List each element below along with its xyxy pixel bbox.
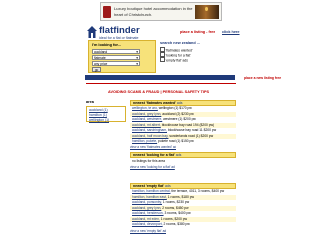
empty-rss-link[interactable]: view a new 'empty flat' ad: [130, 229, 166, 234]
safety-tips-link[interactable]: PERSONAL SAFETY TIPS: [163, 90, 210, 94]
empty-ads-link[interactable]: ads: [165, 184, 171, 188]
divider: [86, 83, 236, 84]
nav-affiliates[interactable]: affiliates: [116, 85, 130, 89]
nav-admin[interactable]: admin: [95, 85, 106, 89]
hotel-logo-icon: [103, 6, 111, 18]
looking-rss-link[interactable]: view a new 'looking for a flat' ad: [130, 165, 175, 170]
area-heading: area: [86, 100, 94, 104]
main-nav: home admin links affiliates user feedback hel…: [85, 75, 235, 89]
advert-photo: [195, 5, 219, 19]
place-new-listing-link[interactable]: place a new listing free: [244, 76, 281, 81]
no-listings-text: no listings for this area: [132, 159, 165, 163]
listing-row[interactable]: hamilton, pukete, pukete road (1) $150 p…: [130, 139, 236, 145]
price-select[interactable]: any price: [92, 61, 140, 66]
advert-text: Luxury boutique hotel accommodation in t…: [114, 6, 193, 17]
looking-ads-link[interactable]: ads: [176, 153, 182, 157]
area-item-auckland[interactable]: auckland (1): [89, 108, 108, 113]
place-listing-text: place a listing - free: [180, 30, 216, 34]
section-header-empty: newest 'empty flat' ads: [130, 183, 236, 189]
listing-row[interactable]: auckland, devonport, 2 rooms, $380 pw: [130, 222, 236, 228]
click-here-link[interactable]: click here: [222, 30, 240, 35]
search-nz-label: search new zealand ...: [160, 41, 200, 45]
flatmates-rss-link[interactable]: view a new 'flatmates wanted' ad: [130, 145, 176, 150]
nav-home[interactable]: home: [85, 85, 95, 89]
safety-links: AVOIDING SCAMS & FRAUD | PERSONAL SAFETY…: [108, 90, 210, 94]
flatmates-ads-link[interactable]: ads: [177, 101, 183, 105]
go-button[interactable]: go: [92, 67, 101, 72]
site-brand[interactable]: flatfinder: [99, 25, 140, 36]
looking-for-label: I'm looking for...: [92, 43, 121, 47]
looking-for-form: I'm looking for... auckland flatmate any…: [88, 40, 156, 73]
nav-help[interactable]: help: [153, 85, 161, 89]
area-item-hamilton[interactable]: hamilton (1): [89, 113, 107, 118]
area-item-wellington[interactable]: wellington (1): [89, 118, 109, 123]
area-select[interactable]: auckland: [92, 49, 140, 54]
section-header-flatmates: newest 'flatmates wanted' ads: [130, 100, 236, 106]
nav-user-feedback[interactable]: user feedback: [130, 85, 153, 89]
area-list: auckland (1) hamilton (1) wellington (1): [86, 106, 126, 122]
type-select[interactable]: flatmate: [92, 55, 140, 60]
section-header-looking: newest 'looking for a flat' ads: [130, 152, 236, 158]
nav-links[interactable]: links: [107, 85, 116, 89]
search-option-empty[interactable]: 'empty flat' ads: [160, 57, 220, 62]
house-logo-icon[interactable]: [87, 26, 97, 38]
hotel-advert-banner[interactable]: Luxury boutique hotel accommodation in t…: [100, 2, 222, 21]
scams-link[interactable]: AVOIDING SCAMS & FRAUD: [108, 90, 159, 94]
